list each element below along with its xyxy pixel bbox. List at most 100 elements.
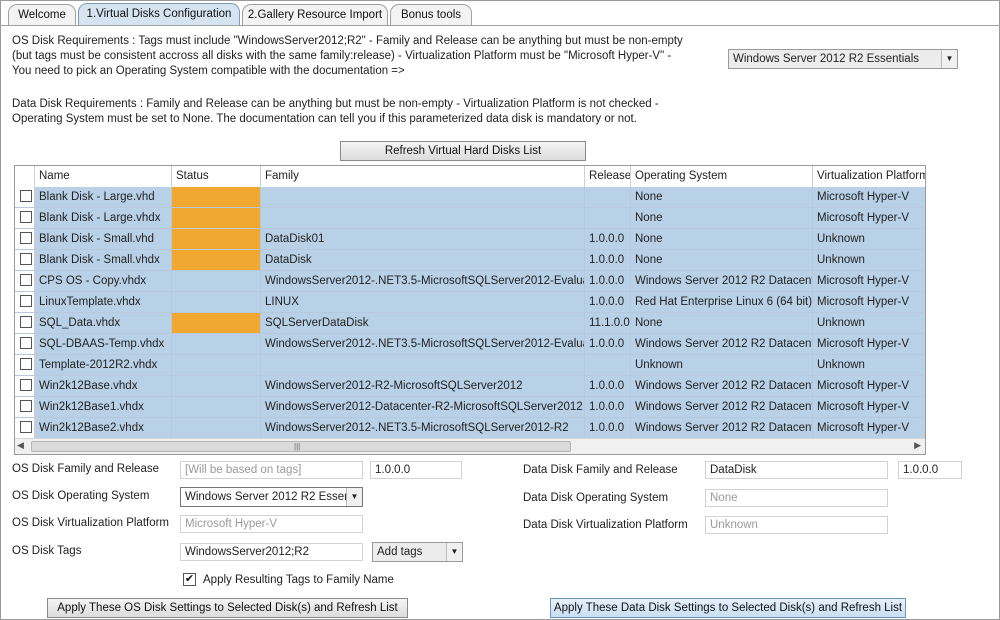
cell-name: Blank Disk - Small.vhdx: [35, 250, 172, 271]
cell-operating-system: Windows Server 2012 R2 Datacenter: [631, 271, 813, 292]
col-select-header: [15, 166, 35, 187]
table-row[interactable]: Blank Disk - Small.vhd DataDisk01 1.0.0.0 N…: [15, 229, 925, 250]
apply-data-settings-button[interactable]: Apply These Data Disk Settings to Select…: [550, 598, 906, 618]
os-platform-input[interactable]: Microsoft Hyper-V: [180, 515, 363, 533]
cell-status: [172, 271, 261, 292]
horizontal-scrollbar[interactable]: ◀ ||| ▶: [15, 438, 925, 454]
tab-virtual-disks-configuration[interactable]: 1.Virtual Disks Configuration: [78, 3, 240, 26]
cell-status: [172, 208, 261, 229]
table-row[interactable]: SQL-DBAAS-Temp.vhdx WindowsServer2012-.NE…: [15, 334, 925, 355]
row-checkbox[interactable]: [20, 231, 32, 244]
col-name-header[interactable]: Name: [35, 166, 172, 187]
os-compat-select[interactable]: Windows Server 2012 R2 Essentials ▼: [728, 49, 958, 69]
cell-release: 1.0.0.0: [585, 292, 631, 313]
row-select-checkbox[interactable]: [15, 250, 35, 271]
row-select-checkbox[interactable]: [15, 376, 35, 397]
row-select-checkbox[interactable]: [15, 418, 35, 439]
os-release-input[interactable]: 1.0.0.0: [370, 461, 462, 479]
row-checkbox[interactable]: [20, 336, 32, 349]
cell-virtualization-platform: Microsoft Hyper-V: [813, 271, 925, 292]
chevron-down-icon[interactable]: ▼: [446, 543, 462, 561]
row-checkbox[interactable]: [20, 315, 32, 328]
row-select-checkbox[interactable]: [15, 355, 35, 376]
cell-family: WindowsServer2012-R2-MicrosoftSQLServer2…: [261, 376, 585, 397]
cell-operating-system: Unknown: [631, 355, 813, 376]
cell-status: [172, 355, 261, 376]
data-family-input[interactable]: DataDisk: [705, 461, 888, 479]
cell-operating-system: None: [631, 250, 813, 271]
row-checkbox[interactable]: [20, 420, 32, 433]
apply-os-settings-button[interactable]: Apply These OS Disk Settings to Selected…: [47, 598, 408, 618]
row-select-checkbox[interactable]: [15, 334, 35, 355]
refresh-disks-button[interactable]: Refresh Virtual Hard Disks List: [340, 141, 586, 161]
row-select-checkbox[interactable]: [15, 271, 35, 292]
row-select-checkbox[interactable]: [15, 208, 35, 229]
apply-tags-checkbox[interactable]: ✔: [183, 573, 196, 586]
tab-gallery-resource-import[interactable]: 2.Gallery Resource Import: [242, 4, 388, 26]
scroll-right-icon[interactable]: ▶: [914, 440, 921, 451]
tab-bonus-tools[interactable]: Bonus tools: [390, 4, 472, 26]
table-row[interactable]: Win2k12Base1.vhdx WindowsServer2012-Datac…: [15, 397, 925, 418]
row-checkbox[interactable]: [20, 273, 32, 286]
cell-status: [172, 187, 261, 208]
os-requirements-line-2: (but tags must be consistent accross all…: [12, 50, 672, 62]
table-row[interactable]: SQL_Data.vhdx SQLServerDataDisk 11.1.0.0 No…: [15, 313, 925, 334]
apply-tags-checkbox-label: Apply Resulting Tags to Family Name: [203, 574, 394, 586]
os-tags-label: OS Disk Tags: [12, 545, 82, 557]
cell-family: LINUX: [261, 292, 585, 313]
cell-operating-system: Windows Server 2012 R2 Datacenter: [631, 418, 813, 439]
grip-icon: |||: [294, 442, 301, 451]
table-row[interactable]: Win2k12Base.vhdx WindowsServer2012-R2-Mic…: [15, 376, 925, 397]
col-family-header[interactable]: Family: [261, 166, 585, 187]
row-select-checkbox[interactable]: [15, 292, 35, 313]
data-release-input[interactable]: 1.0.0.0: [898, 461, 962, 479]
cell-release: 1.0.0.0: [585, 250, 631, 271]
cell-virtualization-platform: Microsoft Hyper-V: [813, 376, 925, 397]
virtual-disks-grid[interactable]: Name Status Family Release Operating Sys…: [14, 165, 926, 455]
row-checkbox[interactable]: [20, 357, 32, 370]
row-select-checkbox[interactable]: [15, 187, 35, 208]
add-tags-label: Add tags: [377, 546, 423, 558]
cell-virtualization-platform: Unknown: [813, 313, 925, 334]
table-row[interactable]: Blank Disk - Small.vhdx DataDisk 1.0.0.0 No…: [15, 250, 925, 271]
scroll-left-icon[interactable]: ◀: [17, 440, 24, 451]
table-row[interactable]: Win2k12Base2.vhdx WindowsServer2012-.NET3…: [15, 418, 925, 439]
data-operating-system-input[interactable]: None: [705, 489, 888, 507]
cell-family: WindowsServer2012-Datacenter-R2-Microsof…: [261, 397, 585, 418]
table-row[interactable]: Blank Disk - Large.vhdx None Microsoft Hyp…: [15, 208, 925, 229]
cell-release: 1.0.0.0: [585, 418, 631, 439]
data-platform-input[interactable]: Unknown: [705, 516, 888, 534]
col-os-header[interactable]: Operating System: [631, 166, 813, 187]
cell-virtualization-platform: Unknown: [813, 355, 925, 376]
table-row[interactable]: Template-2012R2.vhdx Unknown Unknown: [15, 355, 925, 376]
table-row[interactable]: Blank Disk - Large.vhd None Microsoft Hype…: [15, 187, 925, 208]
os-family-input[interactable]: [Will be based on tags]: [180, 461, 363, 479]
tab-welcome[interactable]: Welcome: [8, 4, 76, 26]
col-platform-header[interactable]: Virtualization Platform: [813, 166, 925, 187]
table-row[interactable]: CPS OS - Copy.vhdx WindowsServer2012-.NET…: [15, 271, 925, 292]
row-select-checkbox[interactable]: [15, 229, 35, 250]
col-release-header[interactable]: Release: [585, 166, 631, 187]
table-row[interactable]: LinuxTemplate.vhdx LINUX 1.0.0.0 Red Hat En…: [15, 292, 925, 313]
row-checkbox[interactable]: [20, 252, 32, 265]
cell-operating-system: Windows Server 2012 R2 Datacenter: [631, 376, 813, 397]
data-requirements-line-2: Operating System must be set to None. Th…: [12, 113, 637, 125]
row-select-checkbox[interactable]: [15, 313, 35, 334]
add-tags-select[interactable]: Add tags ▼: [372, 542, 463, 562]
os-tags-input[interactable]: WindowsServer2012;R2: [180, 543, 363, 561]
row-checkbox[interactable]: [20, 210, 32, 223]
row-checkbox[interactable]: [20, 294, 32, 307]
row-checkbox[interactable]: [20, 399, 32, 412]
row-checkbox[interactable]: [20, 378, 32, 391]
cell-operating-system: None: [631, 208, 813, 229]
cell-family: DataDisk: [261, 250, 585, 271]
chevron-down-icon[interactable]: ▼: [346, 488, 362, 506]
row-select-checkbox[interactable]: [15, 397, 35, 418]
cell-operating-system: None: [631, 187, 813, 208]
row-checkbox[interactable]: [20, 189, 32, 202]
chevron-down-icon[interactable]: ▼: [941, 50, 957, 68]
scrollbar-thumb[interactable]: |||: [31, 441, 571, 452]
col-status-header[interactable]: Status: [172, 166, 261, 187]
os-operating-system-select[interactable]: Windows Server 2012 R2 Essentials ▼: [180, 487, 363, 507]
data-platform-label: Data Disk Virtualization Platform: [523, 519, 688, 531]
